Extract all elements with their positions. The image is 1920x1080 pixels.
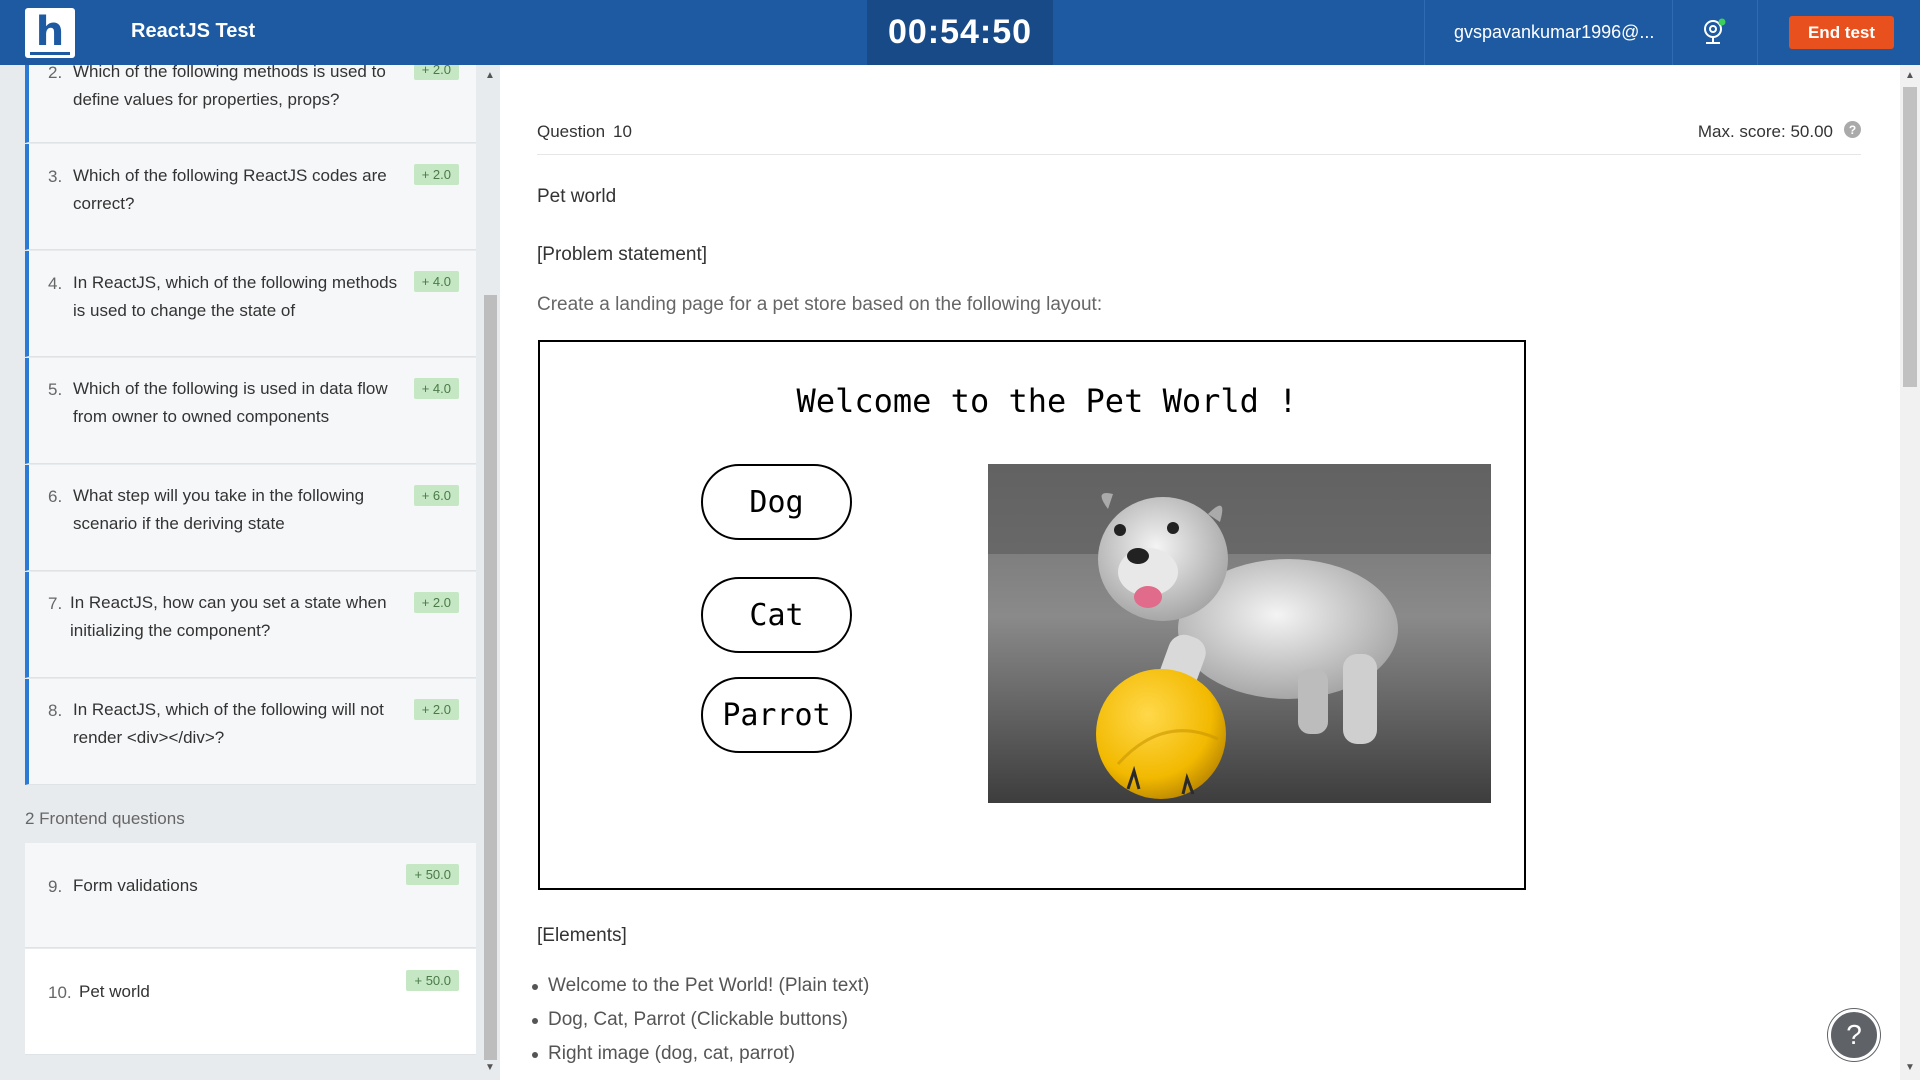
list-item: Welcome to the Pet World! (Plain text) — [500, 972, 869, 1006]
section-label-frontend: 2 Frontend questions — [25, 809, 185, 828]
score-badge: + 2.0 — [413, 592, 459, 613]
scroll-down-icon[interactable]: ▼ — [1905, 1062, 1915, 1073]
test-title: ReactJS Test — [131, 20, 256, 42]
score-badge: + 6.0 — [413, 485, 459, 506]
question-text: Which of the following is used in data f… — [73, 379, 388, 426]
sidebar-question-5[interactable]: 5. Which of the following is used in dat… — [25, 358, 476, 464]
sidebar-question-10[interactable]: 10. Pet world + 50.0 — [25, 949, 476, 1055]
end-test-button[interactable]: End test — [1789, 16, 1894, 49]
header-divider — [1757, 0, 1758, 65]
question-text: Which of the following methods is used t… — [73, 65, 386, 109]
mockup-heading: Welcome to the Pet World ! — [796, 382, 1298, 420]
question-number: 2. — [48, 65, 63, 82]
app-logo: h — [25, 8, 75, 58]
question-sidebar: 2. Which of the following methods is use… — [0, 65, 500, 1080]
max-score: Max. score: 50.00 — [1697, 122, 1833, 141]
problem-statement-heading: [Problem statement] — [537, 244, 708, 265]
mockup-parrot-button: Parrot — [701, 677, 852, 753]
question-text: In ReactJS, which of the following will … — [73, 700, 384, 747]
help-button-icon[interactable]: ? — [1828, 1009, 1880, 1061]
help-icon[interactable]: ? — [1844, 121, 1861, 138]
elements-list: Welcome to the Pet World! (Plain text) D… — [500, 972, 869, 1074]
sidebar-question-9[interactable]: 9. Form validations + 50.0 — [25, 843, 476, 948]
mockup-dog-button: Dog — [701, 464, 852, 540]
question-number: 9. — [48, 877, 63, 896]
question-number: 7. — [48, 594, 63, 613]
countdown-timer: 00:54:50 — [867, 0, 1053, 65]
layout-mockup: Welcome to the Pet World ! Dog Cat Parro… — [538, 340, 1526, 890]
question-text: Form validations — [73, 876, 198, 895]
sidebar-question-4[interactable]: 4. In ReactJS, which of the following me… — [25, 251, 476, 357]
user-email[interactable]: gvspavankumar1996@... — [1454, 22, 1654, 43]
score-badge: + 50.0 — [406, 864, 459, 885]
scroll-down-icon[interactable]: ▼ — [485, 1062, 495, 1073]
question-title: Pet world — [537, 186, 617, 207]
question-number: 6. — [48, 487, 63, 506]
question-number: 4. — [48, 274, 63, 293]
elements-heading: [Elements] — [537, 925, 627, 946]
list-item: Right image (dog, cat, parrot) — [500, 1040, 869, 1074]
question-text: Which of the following ReactJS codes are… — [73, 166, 387, 213]
sidebar-scroll-thumb[interactable] — [484, 295, 497, 1060]
top-header: h ReactJS Test 00:54:50 gvspavankumar199… — [0, 0, 1920, 65]
sidebar-question-7[interactable]: 7. In ReactJS, how can you set a state w… — [25, 572, 476, 678]
score-badge: + 2.0 — [413, 65, 459, 80]
question-text: Pet world — [79, 982, 150, 1001]
question-text: In ReactJS, which of the following metho… — [73, 273, 398, 320]
logo-letter: h — [29, 12, 71, 55]
scroll-up-icon[interactable]: ▲ — [1905, 70, 1915, 81]
score-badge: + 2.0 — [413, 164, 459, 185]
main-scroll-thumb[interactable] — [1903, 87, 1917, 387]
mockup-cat-button: Cat — [701, 577, 852, 653]
scroll-up-icon[interactable]: ▲ — [485, 70, 495, 81]
question-panel: Question 10 Max. score: 50.00 ? Pet world… — [500, 65, 1900, 1080]
question-number: 3. — [48, 167, 63, 186]
question-number: 8. — [48, 701, 63, 720]
sidebar-question-8[interactable]: 8. In ReactJS, which of the following wi… — [25, 679, 476, 785]
question-text: What step will you take in the following… — [73, 486, 365, 533]
score-badge: + 50.0 — [406, 970, 459, 991]
webcam-icon[interactable] — [1700, 18, 1728, 46]
problem-description: Create a landing page for a pet store ba… — [537, 294, 1103, 315]
question-number: 10. — [48, 983, 72, 1002]
score-badge: + 2.0 — [413, 699, 459, 720]
score-badge: + 4.0 — [413, 271, 459, 292]
question-number: 5. — [48, 380, 63, 399]
bulldog-photo — [988, 464, 1491, 803]
score-badge: + 4.0 — [413, 378, 459, 399]
header-divider — [1672, 0, 1673, 65]
question-header: Question 10 Max. score: 50.00 ? — [537, 65, 1861, 155]
question-text: In ReactJS, how can you set a state when… — [70, 593, 387, 640]
sidebar-question-2[interactable]: 2. Which of the following methods is use… — [25, 65, 476, 143]
sidebar-question-3[interactable]: 3. Which of the following ReactJS codes … — [25, 144, 476, 250]
question-label: Question 10 — [537, 122, 632, 141]
list-item: Dog, Cat, Parrot (Clickable buttons) — [500, 1006, 869, 1040]
sidebar-question-6[interactable]: 6. What step will you take in the follow… — [25, 465, 476, 571]
header-divider — [1424, 0, 1425, 65]
